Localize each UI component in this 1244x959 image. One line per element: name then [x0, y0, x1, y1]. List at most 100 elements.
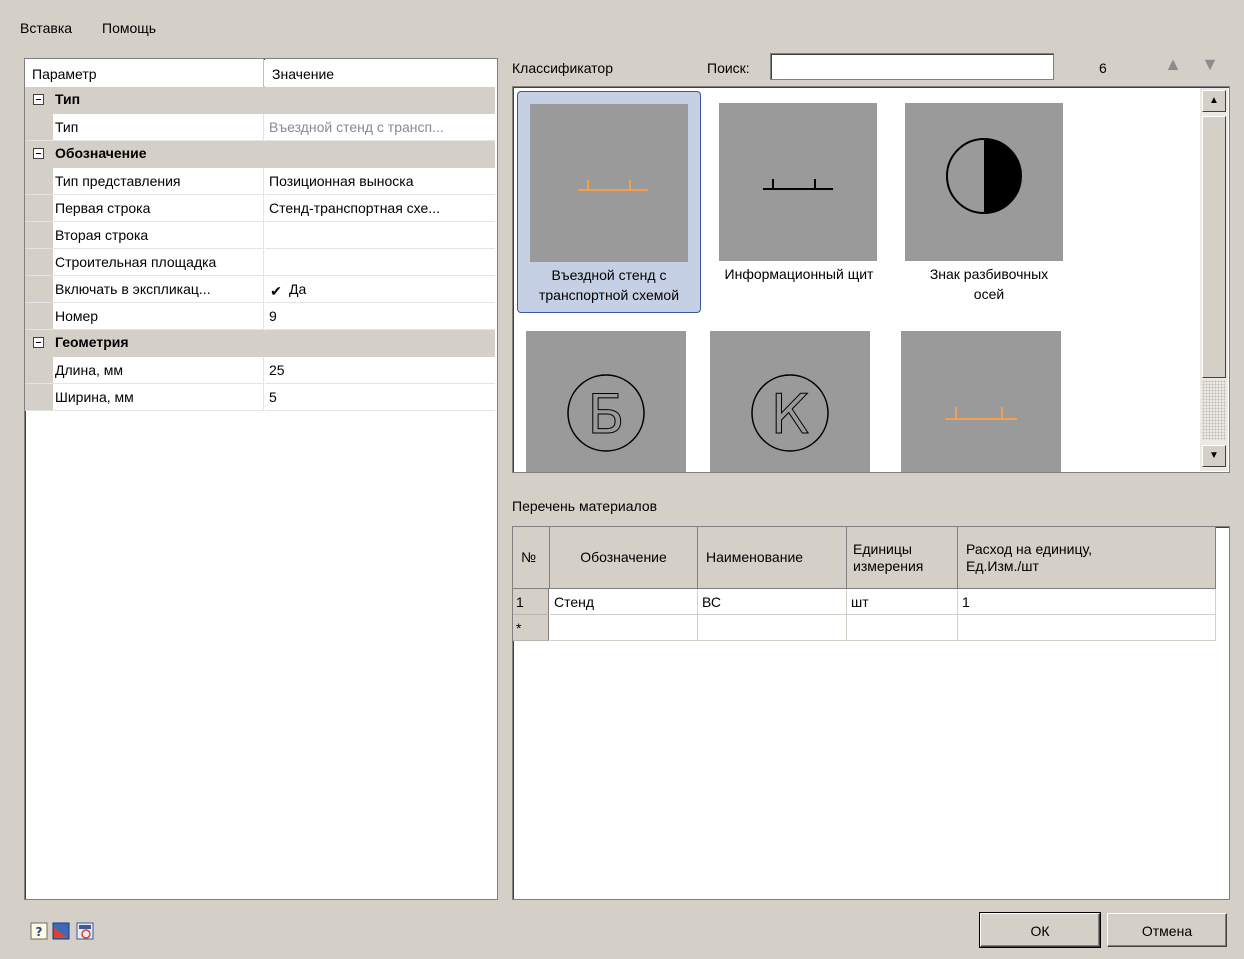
gallery-tile-stand-2[interactable]: [897, 323, 1081, 472]
materials-label: Перечень материалов: [512, 498, 658, 514]
tile-label-line1: Въездной стенд с: [551, 267, 667, 283]
column-header-rate[interactable]: Расход на единицу, Ед.Изм./шт: [958, 527, 1216, 589]
property-row-number[interactable]: Номер 9: [25, 303, 495, 330]
tile-label-line1: Знак разбивочных: [929, 266, 1049, 282]
cell-new-unit[interactable]: [847, 615, 958, 641]
property-value[interactable]: 25: [265, 357, 495, 384]
materials-table: № Обозначение Наименование Единицы измер…: [512, 526, 1230, 900]
circle-letter-b-symbol-icon: Б: [526, 331, 686, 472]
tile-label-line2: осей: [973, 286, 1005, 302]
gallery-scrollbar[interactable]: ▲ ▼: [1200, 88, 1228, 471]
property-row-view-type[interactable]: Тип представления Позиционная выноска: [25, 168, 495, 195]
settings-icon[interactable]: [52, 922, 70, 940]
help-icon[interactable]: ?: [30, 922, 48, 940]
cell-unit[interactable]: шт: [847, 589, 958, 615]
cell-new-name[interactable]: [698, 615, 847, 641]
menu-help[interactable]: Помощь: [98, 18, 160, 38]
property-name: Тип: [25, 114, 264, 141]
property-value[interactable]: Позиционная выноска: [265, 168, 495, 195]
property-row-first-line[interactable]: Первая строка Стенд-транспортная схе...: [25, 195, 495, 222]
property-name: Номер: [25, 303, 264, 330]
cell-rate[interactable]: 1: [958, 589, 1216, 615]
property-value[interactable]: Въездной стенд с трансп...: [265, 114, 495, 141]
property-value[interactable]: [265, 249, 495, 276]
tile-label-line1: Информационный щит: [724, 266, 874, 282]
svg-text:Б: Б: [587, 383, 624, 446]
search-input[interactable]: [770, 53, 1054, 80]
header-text: Наименование: [706, 549, 804, 565]
property-name: Включать в экспликац...: [25, 276, 264, 303]
cell-new-designation[interactable]: [550, 615, 698, 641]
property-name: Длина, мм: [25, 357, 264, 384]
property-value[interactable]: 9: [265, 303, 495, 330]
property-row-length[interactable]: Длина, мм 25: [25, 357, 495, 384]
menu-bar: Вставка Помощь: [0, 8, 1244, 36]
column-header-name[interactable]: Наименование: [698, 527, 847, 589]
collapse-icon[interactable]: [33, 337, 44, 348]
column-header-number[interactable]: №: [513, 527, 550, 589]
property-name: Вторая строка: [25, 222, 264, 249]
cell-designation[interactable]: Стенд: [550, 589, 698, 615]
cancel-button[interactable]: Отмена: [1107, 913, 1227, 947]
menu-insert[interactable]: Вставка: [16, 18, 76, 38]
property-row-width[interactable]: Ширина, мм 5: [25, 384, 495, 411]
column-header-unit[interactable]: Единицы измерения: [847, 527, 958, 589]
checkmark-icon[interactable]: ✔: [269, 284, 283, 299]
property-row-type[interactable]: Тип Въездной стенд с трансп...: [25, 114, 495, 141]
scrollbar-thumb[interactable]: [1202, 116, 1226, 378]
property-row-include-explication[interactable]: Включать в экспликац... ✔ Да: [25, 276, 495, 303]
new-row-marker[interactable]: *: [513, 615, 549, 641]
column-header-designation[interactable]: Обозначение: [550, 527, 698, 589]
property-value[interactable]: Стенд-транспортная схе...: [265, 195, 495, 222]
category-geometry[interactable]: Геометрия: [25, 330, 495, 357]
header-text: Обозначение: [580, 549, 667, 565]
property-row-second-line[interactable]: Вторая строка: [25, 222, 495, 249]
arrow-up-icon[interactable]: ▲: [1163, 55, 1183, 73]
collapse-icon[interactable]: [33, 94, 44, 105]
category-label: Тип: [55, 91, 81, 107]
collapse-icon[interactable]: [33, 148, 44, 159]
scroll-down-icon[interactable]: ▼: [1202, 445, 1226, 467]
header-text: №: [521, 549, 537, 565]
half-filled-circle-symbol-icon: [905, 103, 1063, 261]
property-value-checkbox[interactable]: ✔ Да: [265, 276, 495, 303]
header-text: Единицы: [853, 540, 912, 557]
property-value[interactable]: 5: [265, 384, 495, 411]
checkbox-label: Да: [289, 281, 307, 297]
stand-orange-symbol-icon: [530, 104, 688, 262]
stand-orange-symbol-icon: [901, 331, 1061, 472]
svg-text:?: ?: [36, 925, 43, 939]
classifier-label: Классификатор: [512, 60, 614, 76]
template-icon[interactable]: [76, 922, 94, 940]
scrollbar-track[interactable]: [1202, 380, 1226, 440]
cell-new-rate[interactable]: [958, 615, 1216, 641]
category-designation[interactable]: Обозначение: [25, 141, 495, 168]
property-name: Строительная площадка: [25, 249, 264, 276]
gallery-tile-circle-k[interactable]: К: [707, 323, 891, 472]
category-type[interactable]: Тип: [25, 87, 495, 114]
header-text: Ед.Изм./шт: [966, 557, 1039, 574]
property-grid-header: Параметр Значение: [25, 59, 497, 87]
cell-name[interactable]: ВС: [698, 589, 847, 615]
property-grid: Параметр Значение Тип Тип Въездной стенд…: [24, 58, 498, 900]
gallery-tile-axis-sign[interactable]: Знак разбивочных осей: [897, 91, 1081, 313]
circle-letter-k-symbol-icon: К: [710, 331, 870, 472]
gallery-tile-info-board[interactable]: Информационный щит: [707, 91, 891, 313]
search-label: Поиск:: [707, 60, 750, 76]
header-text: измерения: [853, 557, 924, 574]
ok-button[interactable]: ОК: [979, 912, 1101, 948]
gallery-tile-entry-stand[interactable]: Въездной стенд с транспортной схемой: [517, 91, 701, 313]
property-name: Первая строка: [25, 195, 264, 222]
scroll-up-icon[interactable]: ▲: [1202, 90, 1226, 112]
column-header-value[interactable]: Значение: [265, 59, 497, 87]
property-row-construction-site[interactable]: Строительная площадка: [25, 249, 495, 276]
gallery-tile-circle-b[interactable]: Б: [517, 323, 701, 472]
column-header-param[interactable]: Параметр: [25, 59, 264, 87]
property-name: Ширина, мм: [25, 384, 264, 411]
stand-black-symbol-icon: [719, 103, 877, 261]
row-number[interactable]: 1: [513, 589, 549, 615]
property-value[interactable]: [265, 222, 495, 249]
header-text: Расход на единицу,: [966, 540, 1092, 557]
arrow-down-icon[interactable]: ▼: [1200, 55, 1220, 73]
property-name: Тип представления: [25, 168, 264, 195]
